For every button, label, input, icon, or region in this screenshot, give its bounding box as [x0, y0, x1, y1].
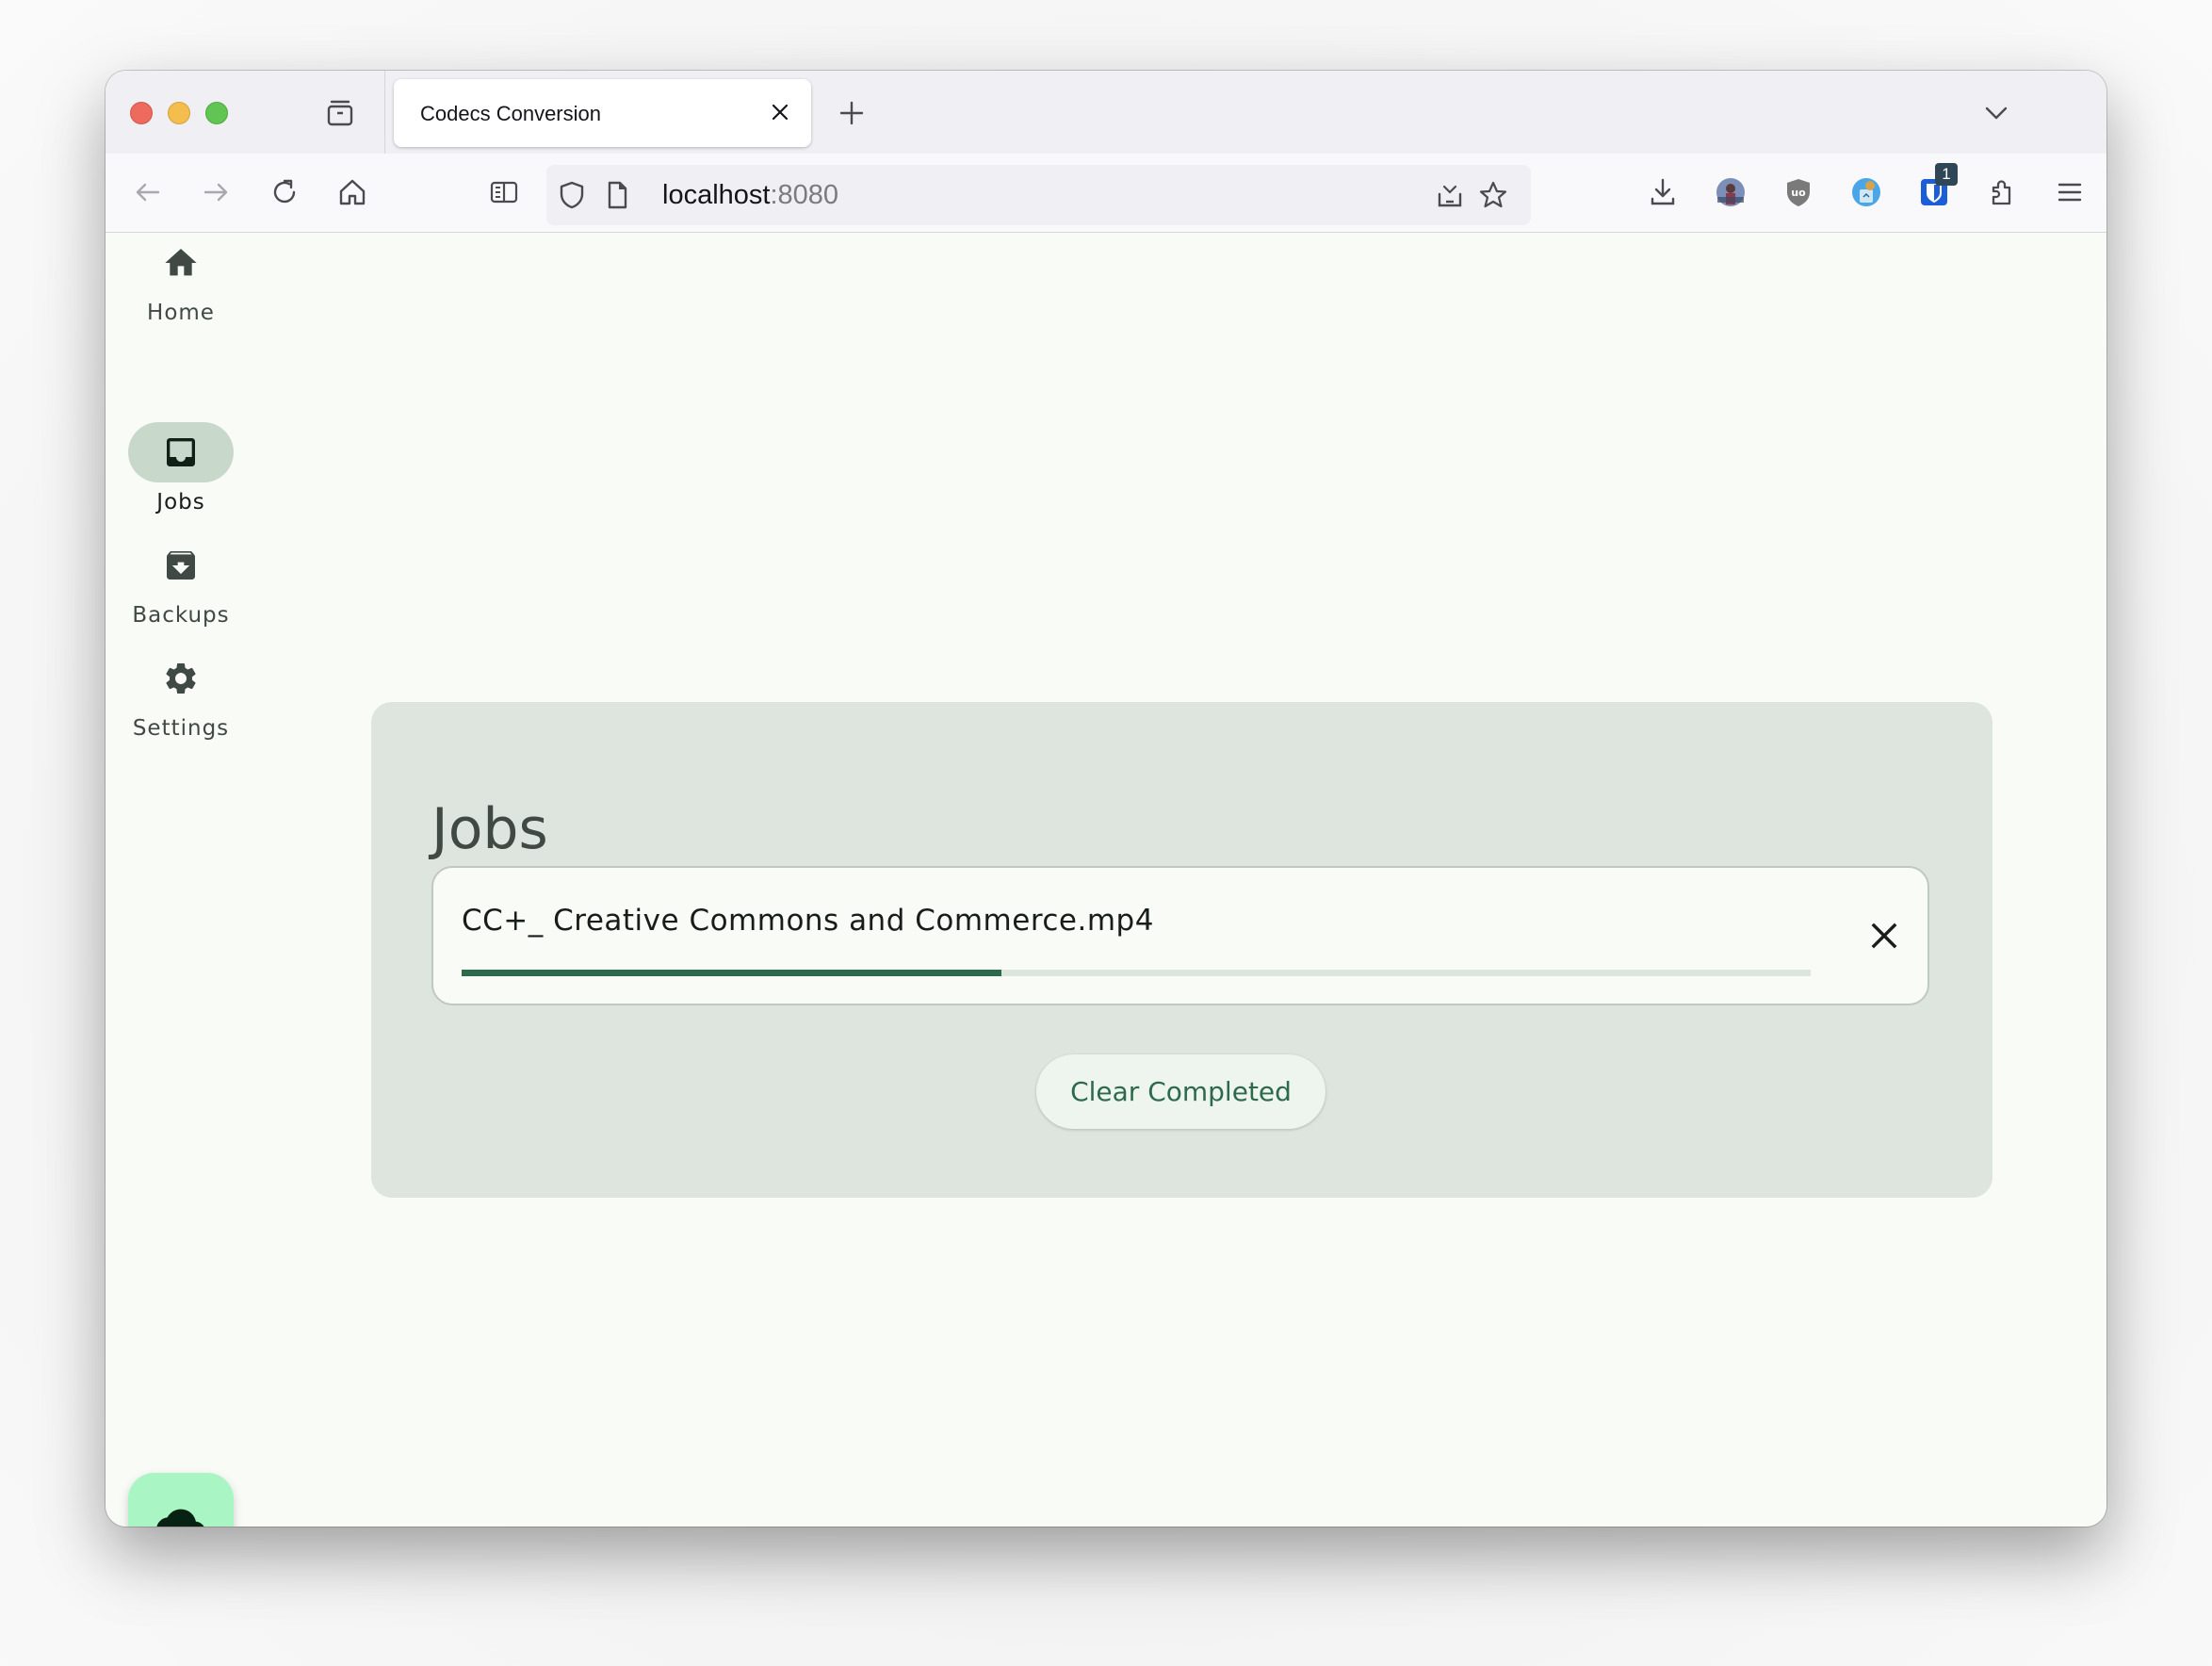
cloud-icon: [156, 1509, 204, 1527]
close-tab-icon[interactable]: [768, 100, 792, 124]
page-title: Jobs: [431, 796, 548, 863]
close-icon: [1871, 923, 1897, 949]
nav-item-settings[interactable]: Settings: [128, 648, 234, 741]
app-menu-icon[interactable]: [2052, 174, 2088, 210]
close-window-button[interactable]: [130, 102, 153, 124]
url-text[interactable]: localhost:8080: [662, 180, 838, 211]
home-button-icon[interactable]: [334, 174, 370, 210]
home-icon: [165, 249, 197, 276]
url-port: :8080: [770, 180, 839, 210]
reload-icon[interactable]: [267, 174, 302, 210]
tab-separator: [384, 71, 385, 154]
url-host: localhost: [662, 180, 771, 210]
back-icon[interactable]: [130, 174, 166, 210]
list-all-tabs-icon[interactable]: [1982, 99, 2010, 127]
bitwarden-badge: 1: [1935, 163, 1958, 186]
reader-view-icon[interactable]: [486, 174, 522, 210]
extensions-icon[interactable]: [1984, 174, 2020, 210]
minimize-window-button[interactable]: [168, 102, 190, 124]
archive-icon: [167, 551, 195, 580]
job-progress-bar: [462, 970, 1811, 976]
page-content: Home Jobs Backups Settings Jobs CC+_ Cre…: [106, 233, 2106, 1527]
tab-title: Codecs Conversion: [420, 102, 601, 125]
ublock-origin-icon[interactable]: uo: [1781, 174, 1816, 210]
nav-label: Jobs: [156, 490, 205, 514]
maximize-window-button[interactable]: [205, 102, 228, 124]
nav-label: Backups: [132, 603, 230, 628]
remove-job-button[interactable]: [1865, 917, 1903, 955]
nav-item-jobs[interactable]: Jobs: [128, 422, 234, 514]
tracking-protection-icon[interactable]: [554, 177, 590, 213]
nav-item-backups[interactable]: Backups: [128, 535, 234, 628]
tab-active[interactable]: Codecs Conversion: [394, 79, 811, 147]
url-bar[interactable]: localhost:8080: [546, 165, 1531, 225]
nav-label: Settings: [132, 716, 230, 741]
jobs-card: Jobs CC+_ Creative Commons and Commerce.…: [371, 702, 1992, 1198]
firefox-view-icon[interactable]: [324, 97, 356, 129]
gear-icon: [166, 663, 196, 694]
job-item: CC+_ Creative Commons and Commerce.mp4: [431, 866, 1929, 1005]
page-info-icon[interactable]: [599, 177, 635, 213]
clear-completed-button[interactable]: Clear Completed: [1036, 1054, 1326, 1129]
downloads-icon[interactable]: [1645, 174, 1681, 210]
svg-text:uo: uo: [1791, 187, 1806, 199]
navigation-toolbar: localhost:8080 uo 1: [106, 154, 2106, 233]
inbox-icon: [167, 438, 195, 466]
forward-icon[interactable]: [198, 174, 234, 210]
job-filename: CC+_ Creative Commons and Commerce.mp4: [462, 904, 1154, 938]
bookmark-star-icon[interactable]: [1475, 177, 1511, 213]
new-tab-icon[interactable]: [837, 98, 867, 128]
job-progress-fill: [462, 970, 1001, 976]
save-to-pocket-icon[interactable]: [1432, 177, 1468, 213]
nav-item-home[interactable]: Home: [128, 233, 234, 325]
cookie-autodelete-icon[interactable]: [1848, 174, 1884, 210]
profile-avatar-icon[interactable]: [1713, 174, 1748, 210]
tab-strip: Codecs Conversion: [106, 71, 2106, 154]
upload-fab-button[interactable]: [128, 1473, 234, 1527]
nav-label: Home: [147, 301, 215, 325]
browser-window: Codecs Conversion localhost:8080 uo 1 Ho…: [106, 71, 2106, 1527]
bitwarden-icon[interactable]: 1: [1916, 163, 1958, 210]
